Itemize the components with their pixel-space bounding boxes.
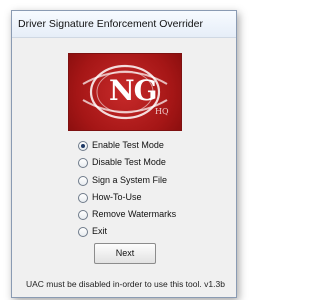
option-label: How-To-Use — [92, 191, 142, 202]
status-message: UAC must be disabled in-order to use thi… — [26, 279, 202, 289]
app-window: Driver Signature Enforcement Overrider N… — [11, 10, 237, 298]
option-label: Exit — [92, 226, 108, 237]
radio-icon[interactable] — [78, 227, 88, 238]
option-label: Sign a System File — [92, 174, 168, 185]
radio-icon[interactable] — [78, 210, 88, 221]
radio-icon[interactable] — [78, 175, 88, 186]
option-label: Remove Watermarks — [92, 209, 177, 220]
title-bar[interactable]: Driver Signature Enforcement Overrider — [12, 11, 236, 38]
radio-icon[interactable] — [78, 192, 88, 203]
radio-selected-icon[interactable] — [78, 141, 88, 151]
option-label: Disable Test Mode — [92, 157, 166, 168]
option-label: Enable Test Mode — [92, 140, 164, 150]
status-bar: UAC must be disabled in-order to use thi… — [26, 279, 225, 289]
window-title: Driver Signature Enforcement Overrider — [18, 18, 203, 30]
ngohq-logo: NG HQ — [68, 53, 182, 131]
logo-text: NG — [109, 74, 158, 107]
logo-subtext: HQ — [155, 107, 169, 116]
radio-icon[interactable] — [78, 158, 88, 169]
version-label: v1.3b — [204, 279, 225, 289]
next-button[interactable]: Next — [94, 243, 156, 264]
